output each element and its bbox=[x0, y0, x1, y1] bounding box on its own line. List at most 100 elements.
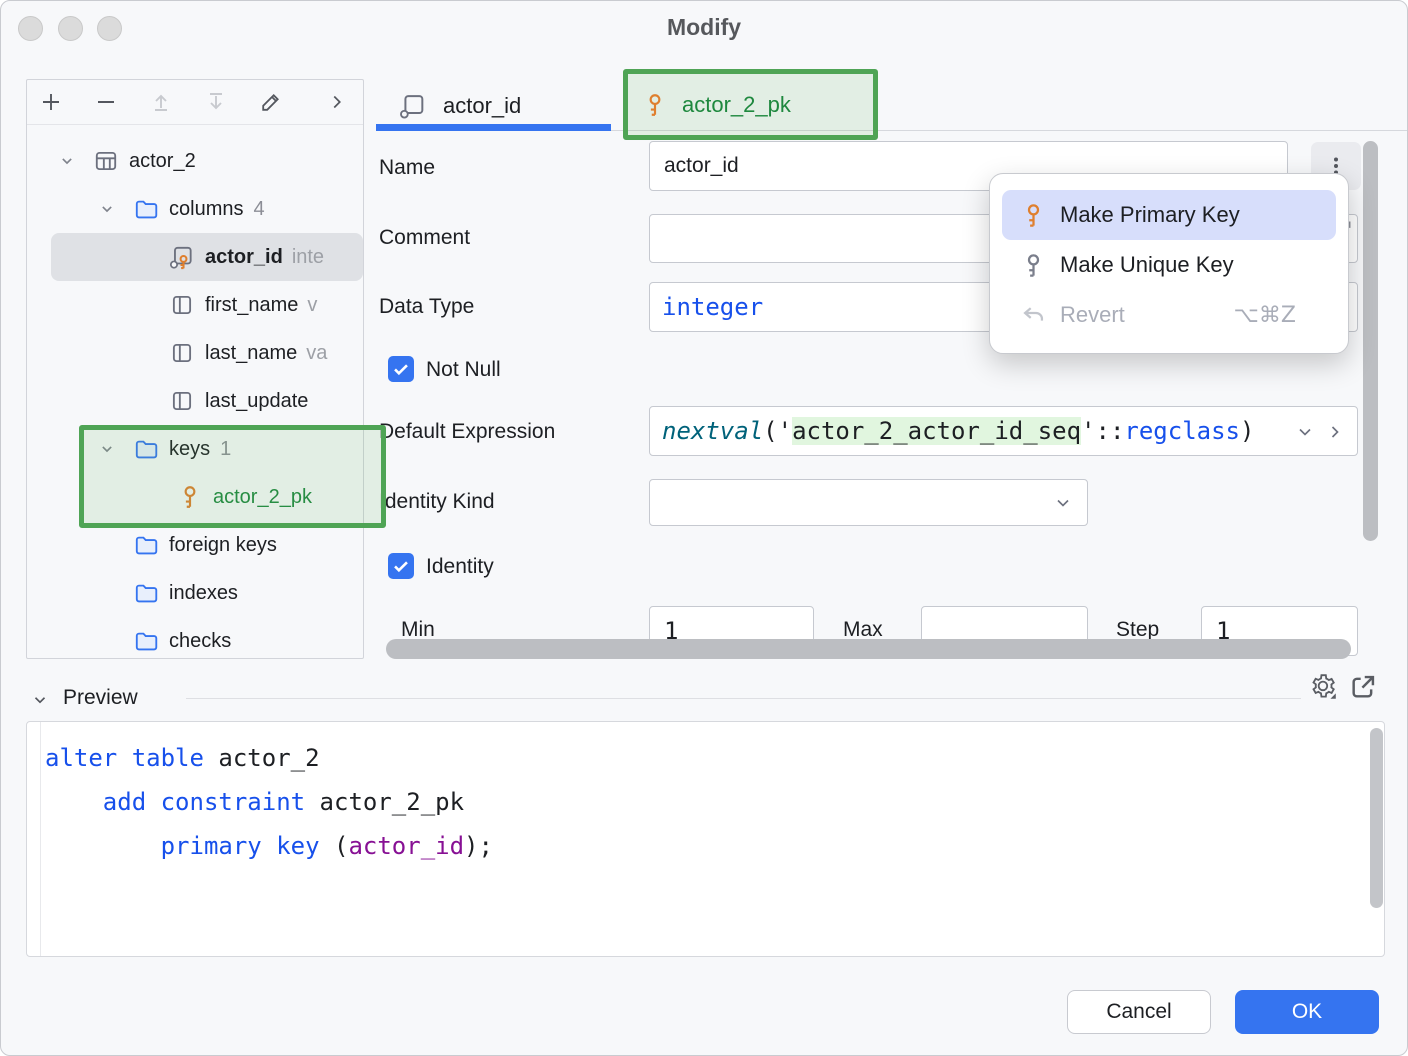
expr-sequence-name: actor_2_actor_id_seq bbox=[792, 417, 1081, 445]
tree-item-label: first_name bbox=[205, 294, 298, 317]
chevron-down-icon bbox=[97, 199, 117, 219]
expr-regclass: regclass bbox=[1124, 417, 1240, 445]
structure-tree: actor_2 columns 4 actor_id inte bbox=[27, 137, 363, 659]
tab-actor-id[interactable]: actor_id bbox=[399, 87, 521, 125]
tree-item-last-name[interactable]: last_name va bbox=[27, 329, 363, 377]
plus-icon bbox=[39, 90, 63, 114]
menu-item-revert[interactable]: Revert ⌥⌘Z bbox=[1002, 290, 1336, 340]
active-tab-indicator bbox=[376, 124, 611, 131]
tree-item-label: actor_2_pk bbox=[213, 486, 312, 509]
tree-item-label: columns bbox=[169, 198, 243, 221]
tree-item-label: keys bbox=[169, 438, 210, 461]
key-context-menu: Make Primary Key Make Unique Key Revert … bbox=[989, 173, 1349, 354]
column-icon bbox=[399, 92, 427, 120]
tree-item-type: inte bbox=[292, 246, 324, 269]
identity-checkbox[interactable] bbox=[388, 553, 414, 579]
pencil-icon bbox=[259, 90, 283, 114]
menu-item-make-unique-key[interactable]: Make Unique Key bbox=[1002, 240, 1336, 290]
tree-item-type: v bbox=[307, 294, 317, 317]
structure-toolbar bbox=[27, 80, 363, 125]
checkmark-icon bbox=[390, 555, 412, 577]
preview-vertical-scrollbar[interactable] bbox=[1370, 728, 1383, 908]
collapse-preview-icon[interactable] bbox=[31, 691, 49, 709]
form-vertical-scrollbar[interactable] bbox=[1363, 141, 1378, 541]
key-icon bbox=[642, 92, 668, 118]
open-in-editor-icon[interactable] bbox=[1349, 673, 1377, 701]
minus-icon bbox=[94, 90, 118, 114]
tree-item-actor-2[interactable]: actor_2 bbox=[27, 137, 363, 185]
folder-icon bbox=[133, 196, 159, 222]
dropdown-corner-tick bbox=[1330, 693, 1335, 698]
tree-item-label: last_name bbox=[205, 342, 297, 365]
move-down-button[interactable] bbox=[204, 90, 228, 114]
add-button[interactable] bbox=[39, 90, 63, 114]
default-expression-input[interactable]: nextval('actor_2_actor_id_seq'::regclass… bbox=[649, 406, 1358, 456]
ok-button-label: OK bbox=[1292, 1000, 1322, 1024]
sql-keyword: primary key bbox=[161, 832, 320, 860]
move-up-button[interactable] bbox=[149, 90, 173, 114]
tree-item-actor-id[interactable]: actor_id inte bbox=[51, 233, 363, 281]
not-null-label: Not Null bbox=[426, 358, 501, 382]
tree-item-label: last_update bbox=[205, 390, 308, 413]
tab-label: actor_2_pk bbox=[682, 92, 791, 118]
expr-punct: ':: bbox=[1081, 417, 1124, 445]
chevron-down-icon[interactable] bbox=[1295, 422, 1315, 442]
chevron-right-icon[interactable] bbox=[1325, 422, 1345, 442]
tree-item-foreign-keys[interactable]: foreign keys bbox=[27, 521, 363, 569]
tree-item-keys[interactable]: keys 1 bbox=[27, 425, 363, 473]
key-icon bbox=[1020, 202, 1047, 229]
column-icon bbox=[169, 292, 195, 318]
column-key-icon bbox=[169, 244, 195, 270]
name-label: Name bbox=[379, 156, 435, 180]
tree-item-type: va bbox=[306, 342, 327, 365]
edit-button[interactable] bbox=[259, 90, 283, 114]
tree-item-columns[interactable]: columns 4 bbox=[27, 185, 363, 233]
undo-icon bbox=[1020, 302, 1047, 329]
sql-column-ref: actor_id bbox=[348, 832, 464, 860]
sql-indent bbox=[45, 832, 161, 860]
remove-button[interactable] bbox=[94, 90, 118, 114]
ok-button[interactable]: OK bbox=[1235, 990, 1379, 1034]
cancel-button[interactable]: Cancel bbox=[1067, 990, 1211, 1034]
table-icon bbox=[93, 148, 119, 174]
tree-item-indexes[interactable]: indexes bbox=[27, 569, 363, 617]
identity-kind-select[interactable] bbox=[649, 479, 1088, 526]
tree-item-actor-2-pk[interactable]: actor_2_pk bbox=[27, 473, 363, 521]
datatype-label: Data Type bbox=[379, 295, 474, 319]
tree-item-first-name[interactable]: first_name v bbox=[27, 281, 363, 329]
menu-item-make-primary-key[interactable]: Make Primary Key bbox=[1002, 190, 1336, 240]
tree-item-checks[interactable]: checks bbox=[27, 617, 363, 659]
sql-preview-code: alter table actor_2 add constraint actor… bbox=[45, 736, 493, 868]
expand-panel-button[interactable] bbox=[325, 90, 349, 114]
expr-function: nextval bbox=[662, 417, 763, 445]
preview-settings-button[interactable] bbox=[1309, 672, 1339, 702]
comment-label: Comment bbox=[379, 226, 470, 250]
default-expression-label: Default Expression bbox=[379, 420, 555, 444]
tree-item-last-update[interactable]: last_update bbox=[27, 377, 363, 425]
datatype-value: integer bbox=[662, 293, 763, 321]
menu-item-label: Make Primary Key bbox=[1060, 202, 1240, 228]
sql-identifier: actor_2_pk bbox=[305, 788, 464, 816]
not-null-checkbox[interactable] bbox=[388, 356, 414, 382]
identity-kind-label: Identity Kind bbox=[379, 490, 495, 514]
menu-item-shortcut: ⌥⌘Z bbox=[1234, 303, 1318, 328]
dialog-title: Modify bbox=[1, 14, 1407, 41]
expr-punct: (' bbox=[763, 417, 792, 445]
tree-item-count: 1 bbox=[220, 438, 231, 461]
preview-title: Preview bbox=[63, 686, 138, 710]
tree-item-label: foreign keys bbox=[169, 534, 277, 557]
folder-icon bbox=[133, 532, 159, 558]
checkmark-icon bbox=[390, 358, 412, 380]
form-horizontal-scrollbar[interactable] bbox=[386, 639, 1351, 659]
tree-item-label: actor_2 bbox=[129, 150, 196, 173]
modify-dialog: Modify bbox=[0, 0, 1408, 1056]
sql-indent bbox=[45, 788, 103, 816]
tab-actor-2-pk[interactable]: actor_2_pk bbox=[623, 69, 878, 140]
tree-item-label: actor_id bbox=[205, 246, 283, 269]
sql-preview-pane[interactable]: alter table actor_2 add constraint actor… bbox=[26, 721, 1385, 957]
identity-label: Identity bbox=[426, 555, 494, 579]
move-up-icon bbox=[149, 90, 173, 114]
tree-item-count: 4 bbox=[253, 198, 264, 221]
tab-label: actor_id bbox=[443, 93, 521, 119]
sql-keyword: add constraint bbox=[103, 788, 305, 816]
